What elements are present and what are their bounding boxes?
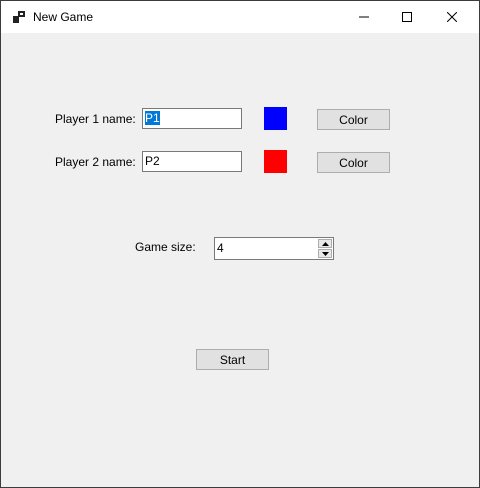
player2-name-input[interactable]: P2	[142, 151, 242, 172]
player2-color-swatch	[264, 150, 287, 173]
close-button[interactable]	[429, 1, 474, 33]
new-game-window: New Game Player 1 name: P1 Color Player	[0, 0, 480, 488]
maximize-button[interactable]	[384, 1, 429, 33]
maximize-icon	[401, 12, 412, 22]
game-size-stepper[interactable]: 4	[214, 237, 334, 260]
player2-name-value: P2	[145, 154, 160, 168]
form-body: Player 1 name: P1 Color Player 2 name: P…	[1, 33, 471, 483]
player2-color-button[interactable]: Color	[317, 152, 390, 173]
game-size-label: Game size:	[135, 240, 196, 254]
chevron-up-icon	[321, 241, 329, 246]
minimize-button[interactable]	[341, 1, 386, 33]
chevron-down-icon	[321, 251, 329, 256]
player1-color-button[interactable]: Color	[317, 109, 390, 130]
stepper-up-button[interactable]	[318, 239, 332, 248]
app-window-icon	[13, 11, 25, 23]
player1-color-swatch	[264, 107, 287, 130]
start-button[interactable]: Start	[196, 349, 269, 370]
player1-name-input[interactable]: P1	[142, 108, 242, 129]
player2-name-label: Player 2 name:	[55, 155, 136, 169]
player1-name-value: P1	[145, 111, 160, 125]
window-title: New Game	[33, 10, 94, 24]
title-bar[interactable]: New Game	[1, 1, 479, 33]
close-icon	[446, 12, 457, 22]
stepper-buttons	[318, 239, 332, 258]
stepper-down-button[interactable]	[318, 249, 332, 258]
player1-name-label: Player 1 name:	[55, 112, 136, 126]
minimize-icon	[358, 16, 369, 18]
game-size-value: 4	[217, 241, 224, 255]
